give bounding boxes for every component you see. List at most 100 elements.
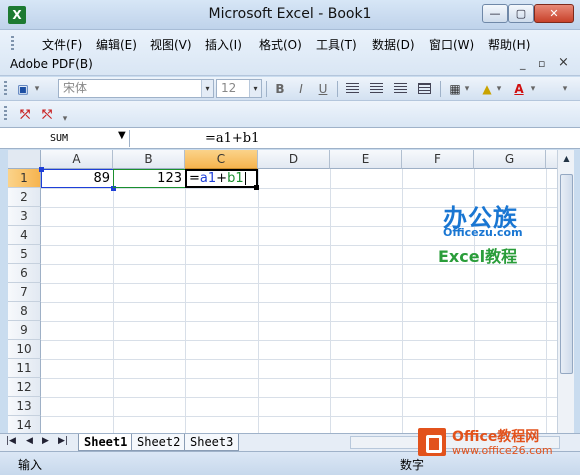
watermark-subtitle: Excel教程 — [438, 247, 518, 266]
font-name-dropdown[interactable]: 宋体 ▾ — [58, 79, 214, 98]
row-header-6[interactable]: 6 — [8, 264, 41, 283]
pdf-convert-icon[interactable]: ⤱ — [16, 105, 34, 123]
row-header-12[interactable]: 12 — [8, 378, 41, 397]
row-header-10[interactable]: 10 — [8, 340, 41, 359]
menu-edit[interactable]: 编辑(E) — [96, 36, 137, 53]
font-name-value: 宋体 — [63, 81, 88, 95]
column-header-d[interactable]: D — [258, 150, 330, 169]
tab-sheet3[interactable]: Sheet3 — [184, 434, 240, 451]
menu-format[interactable]: 格式(O) — [259, 36, 302, 53]
font-size-dropdown[interactable]: 12 ▾ — [216, 79, 262, 98]
italic-button[interactable]: I — [292, 80, 310, 98]
next-sheet-button[interactable]: ▶ — [42, 436, 49, 446]
chevron-down-icon: ▾ — [201, 80, 213, 97]
pdf-email-icon[interactable]: ⤲ — [38, 105, 56, 123]
name-box-value: SUM — [50, 133, 69, 144]
menu-tools[interactable]: 工具(T) — [316, 36, 357, 53]
last-sheet-button[interactable]: ▶| — [58, 436, 68, 446]
underline-button[interactable]: U — [314, 80, 332, 98]
row-header-2[interactable]: 2 — [8, 188, 41, 207]
row-header-13[interactable]: 13 — [8, 397, 41, 416]
pdf-toolbar: ⤱ ⤲ ▾ — [0, 101, 580, 127]
separator — [266, 81, 267, 97]
doc-close-button[interactable]: × — [558, 55, 569, 70]
formula-equals: = — [189, 171, 200, 186]
gridline — [41, 378, 557, 379]
formatting-toolbar: ▣ ▾ 宋体 ▾ 12 ▾ B I U ▦ ▾ ▲ ▾ A ▾ ▾ — [0, 77, 580, 101]
gridline — [41, 302, 557, 303]
toolbar-options-icon[interactable]: ▾ — [32, 80, 42, 98]
separator — [440, 81, 441, 97]
row-header-4[interactable]: 4 — [8, 226, 41, 245]
menu-window[interactable]: 窗口(W) — [429, 36, 474, 53]
save-icon[interactable]: ▣ — [14, 80, 32, 98]
align-center-icon[interactable] — [370, 83, 383, 94]
gridline — [41, 283, 557, 284]
column-header-b[interactable]: B — [113, 150, 185, 169]
doc-minimize-button[interactable]: _ — [520, 57, 526, 70]
row-header-9[interactable]: 9 — [8, 321, 41, 340]
restore-button[interactable]: ▢ — [508, 4, 534, 23]
column-header-a[interactable]: A — [41, 150, 113, 169]
first-sheet-button[interactable]: |◀ — [6, 436, 16, 446]
range-handle[interactable] — [39, 167, 44, 172]
chevron-down-icon[interactable]: ▾ — [462, 80, 472, 98]
font-color-button[interactable]: A — [510, 80, 528, 98]
gridline — [330, 169, 331, 433]
doc-restore-button[interactable]: ▫ — [538, 57, 545, 70]
cell-c1-editing[interactable]: =a1+b1 — [185, 169, 258, 188]
chevron-down-icon: ▾ — [249, 80, 261, 97]
font-size-value: 12 — [221, 81, 237, 95]
vertical-scrollbar[interactable]: ▲ — [557, 150, 574, 433]
worksheet-grid[interactable]: A B C D E F G 1 2 3 4 5 6 7 8 9 10 11 12… — [8, 150, 557, 433]
cell-a1[interactable]: 89 — [41, 169, 114, 188]
toolbar-options-icon[interactable]: ▾ — [60, 110, 70, 128]
column-header-g[interactable]: G — [474, 150, 546, 169]
row-header-8[interactable]: 8 — [8, 302, 41, 321]
name-box-dropdown-icon[interactable]: ▼ — [118, 130, 126, 141]
menu-file[interactable]: 文件(F) — [42, 36, 82, 53]
chevron-down-icon[interactable]: ▾ — [528, 80, 538, 98]
column-header-c[interactable]: C — [185, 150, 258, 169]
select-all-corner[interactable] — [8, 150, 41, 169]
name-box[interactable]: SUM — [2, 130, 130, 147]
row-header-11[interactable]: 11 — [8, 359, 41, 378]
row-header-14[interactable]: 14 — [8, 416, 41, 433]
formula-input[interactable]: =a1+b1 — [205, 131, 259, 146]
tab-sheet2[interactable]: Sheet2 — [131, 434, 187, 451]
fill-handle[interactable] — [254, 185, 259, 190]
scroll-up-icon[interactable]: ▲ — [559, 151, 574, 167]
row-header-7[interactable]: 7 — [8, 283, 41, 302]
toolbar-options-icon[interactable]: ▾ — [560, 80, 570, 98]
close-button[interactable]: ✕ — [534, 4, 574, 23]
merge-center-icon[interactable] — [418, 83, 431, 94]
prev-sheet-button[interactable]: ◀ — [26, 436, 33, 446]
row-header-1[interactable]: 1 — [8, 169, 41, 188]
gridline — [41, 359, 557, 360]
formula-bar: SUM ▼ =a1+b1 — [0, 127, 580, 149]
column-header-partial[interactable] — [546, 150, 557, 169]
menu-grip[interactable] — [11, 36, 14, 52]
chevron-down-icon[interactable]: ▾ — [494, 80, 504, 98]
cell-b1[interactable]: 123 — [113, 169, 186, 188]
scroll-thumb[interactable] — [560, 174, 573, 374]
status-mode: 输入 — [18, 458, 43, 472]
toolbar-grip[interactable] — [4, 106, 7, 122]
menu-view[interactable]: 视图(V) — [150, 36, 192, 53]
row-header-5[interactable]: 5 — [8, 245, 41, 264]
row-header-3[interactable]: 3 — [8, 207, 41, 226]
bold-button[interactable]: B — [271, 80, 289, 98]
column-header-e[interactable]: E — [330, 150, 402, 169]
gridline — [41, 340, 557, 341]
menu-data[interactable]: 数据(D) — [372, 36, 415, 53]
minimize-button[interactable]: — — [482, 4, 508, 23]
align-right-icon[interactable] — [394, 83, 407, 94]
separator — [337, 81, 338, 97]
align-left-icon[interactable] — [346, 83, 359, 94]
menu-help[interactable]: 帮助(H) — [488, 36, 530, 53]
toolbar-grip[interactable] — [4, 81, 7, 97]
menu-insert[interactable]: 插入(I) — [205, 36, 242, 53]
tab-sheet1[interactable]: Sheet1 — [78, 434, 134, 451]
column-header-f[interactable]: F — [402, 150, 474, 169]
menu-adobe-pdf[interactable]: Adobe PDF(B) — [10, 57, 93, 71]
